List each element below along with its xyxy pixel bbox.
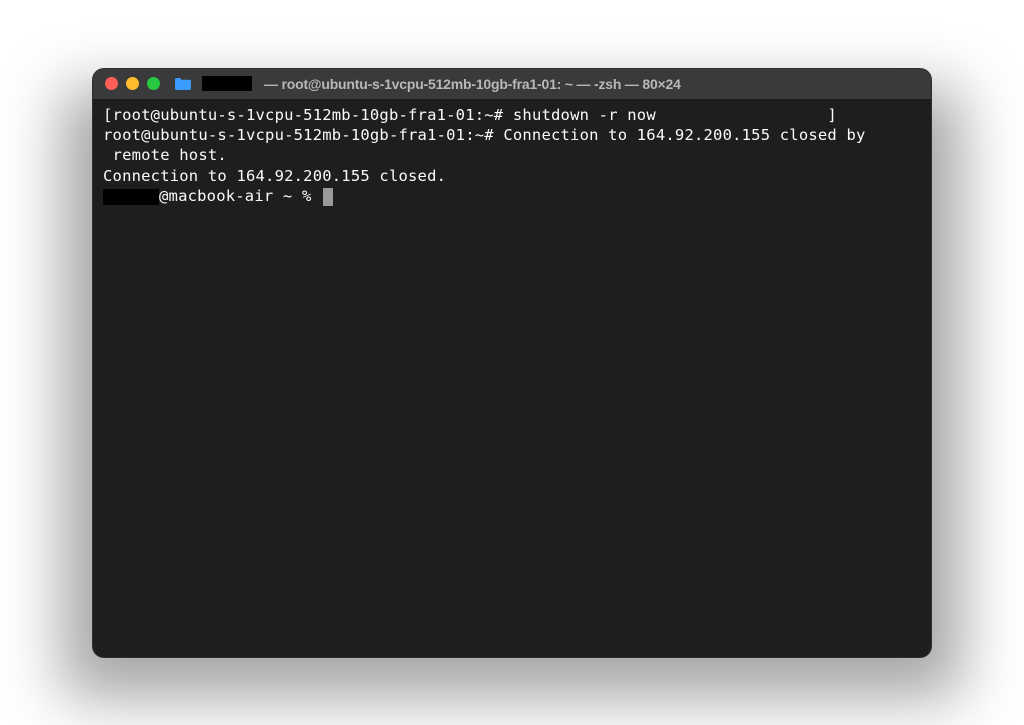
folder-icon	[174, 77, 192, 91]
window-title: — root@ubuntu-s-1vcpu-512mb-10gb-fra1-01…	[264, 76, 681, 92]
terminal-line: Connection to 164.92.200.155 closed.	[103, 166, 921, 186]
local-prompt: @macbook-air ~ %	[159, 186, 321, 206]
maximize-button[interactable]	[147, 77, 160, 90]
redacted-username	[103, 189, 159, 205]
terminal-prompt-line: @macbook-air ~ %	[103, 186, 921, 206]
terminal-line: [root@ubuntu-s-1vcpu-512mb-10gb-fra1-01:…	[103, 105, 921, 125]
terminal-output[interactable]: [root@ubuntu-s-1vcpu-512mb-10gb-fra1-01:…	[93, 99, 931, 213]
window-titlebar: — root@ubuntu-s-1vcpu-512mb-10gb-fra1-01…	[93, 69, 931, 99]
terminal-line: root@ubuntu-s-1vcpu-512mb-10gb-fra1-01:~…	[103, 125, 921, 145]
close-button[interactable]	[105, 77, 118, 90]
cursor-icon	[323, 188, 333, 206]
terminal-window: — root@ubuntu-s-1vcpu-512mb-10gb-fra1-01…	[92, 68, 932, 658]
redacted-username-title	[202, 76, 252, 91]
minimize-button[interactable]	[126, 77, 139, 90]
terminal-line: remote host.	[103, 145, 921, 165]
